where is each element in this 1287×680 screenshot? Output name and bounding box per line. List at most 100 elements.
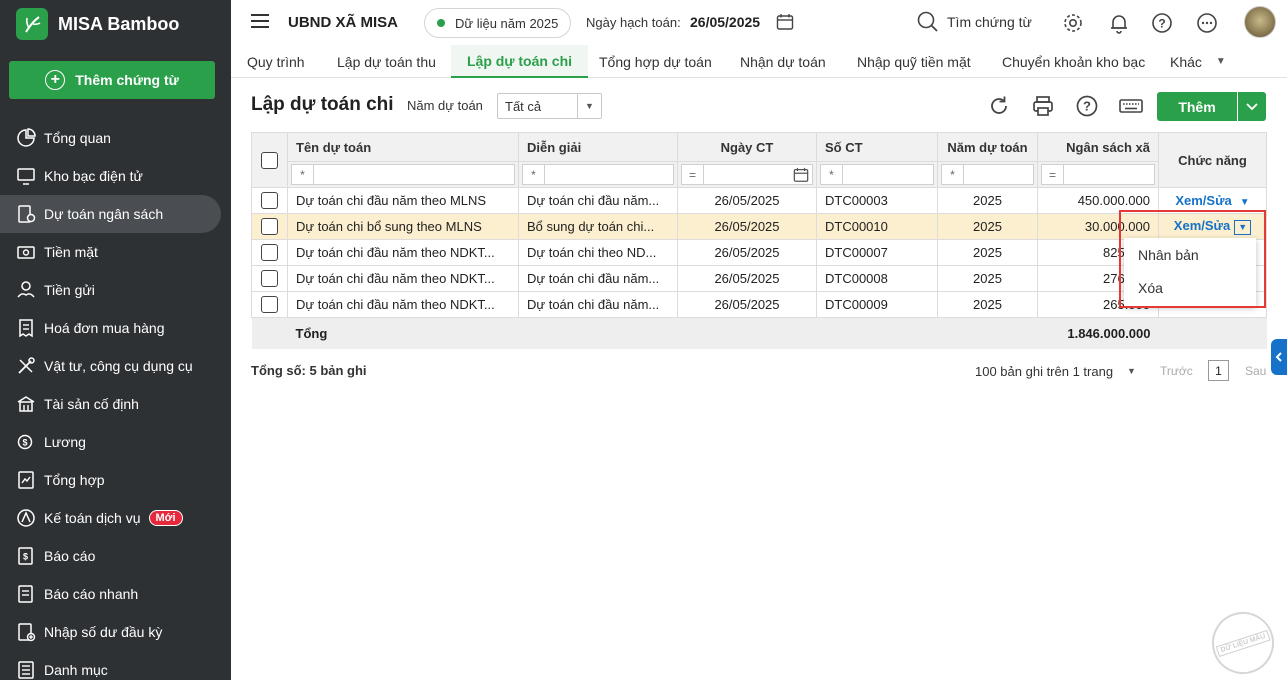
opening-balance-icon [16,622,36,642]
sidebar-item-summary[interactable]: Tổng hợp [0,461,231,499]
filter-name[interactable]: * [291,164,515,185]
row-checkbox[interactable] [261,296,278,314]
menu-toggle-icon[interactable] [251,14,269,30]
row-checkbox[interactable] [261,270,278,288]
cell-voucher-no: DTC00010 [816,213,938,240]
tab-process[interactable]: Quy trình [247,45,305,78]
year-filter-label: Năm dự toán [407,98,483,113]
filter-date[interactable]: = [681,164,813,185]
filter-row: * * = * * = [252,161,1267,188]
page-number[interactable]: 1 [1208,360,1229,381]
sidebar-item-catalog[interactable]: Danh mục [0,651,231,680]
search-voucher[interactable]: Tìm chứng từ [917,11,1032,33]
row-checkbox[interactable] [261,244,278,262]
tab-expense-estimate[interactable]: Lập dự toán chi [451,45,589,78]
add-voucher-button[interactable]: + Thêm chứng từ [9,61,215,99]
sidebar-item-report[interactable]: $ Báo cáo [0,537,231,575]
view-edit-link[interactable]: Xem/Sửa [1175,193,1231,208]
column-header-voucher-no[interactable]: Số CT [816,132,938,162]
module-tabs: Quy trình Lập dự toán thu Lập dự toán ch… [231,45,1287,78]
row-checkbox[interactable] [261,192,278,210]
sidebar-item-asset[interactable]: Tài sản cố định [0,385,231,423]
table-row[interactable]: Dự toán chi đầu năm theo NDKT... Dự toán … [251,291,1267,318]
tab-revenue-estimate[interactable]: Lập dự toán thu [337,45,436,78]
sidebar-item-cash[interactable]: Tiền mặt [0,233,231,271]
next-page-button[interactable]: Sau [1245,364,1266,378]
more-options-icon[interactable] [1196,12,1218,34]
sidebar-item-quick-report[interactable]: Báo cáo nhanh [0,575,231,613]
sidebar-item-tools[interactable]: Vật tư, công cụ dụng cụ [0,347,231,385]
tab-estimate-summary[interactable]: Tổng hợp dự toán [599,45,712,78]
column-header-name[interactable]: Tên dự toán [287,132,519,162]
record-count: Tổng số: 5 bản ghi [251,363,367,378]
add-button[interactable]: Thêm [1157,92,1266,121]
filter-voucher-no[interactable]: * [820,164,934,185]
help-icon[interactable]: ? [1151,12,1173,34]
sidebar-item-label: Hoá đơn mua hàng [44,320,165,336]
sidebar-item-budget[interactable]: Dự toán ngân sách [0,195,221,233]
caret-down-icon[interactable]: ▼ [1127,366,1136,376]
sidebar-item-opening-balance[interactable]: Nhập số dư đầu kỳ [0,613,231,651]
cell-description: Dự toán chi theo ND... [518,239,678,266]
sidebar-item-deposit[interactable]: Tiền gửi [0,271,231,309]
user-avatar[interactable] [1244,6,1276,38]
row-checkbox[interactable] [261,218,278,236]
table-row[interactable]: Dự toán chi đầu năm theo NDKT... Dự toán … [251,239,1267,266]
settings-gear-icon[interactable] [1062,12,1084,34]
page-size-select[interactable]: 100 bản ghi trên 1 trang [975,364,1113,379]
cell-date: 26/05/2025 [677,187,817,214]
row-actions-dropdown-icon[interactable]: ▼ [1240,197,1250,208]
column-header-budget[interactable]: Ngân sách xã [1037,132,1159,162]
column-header-date[interactable]: Ngày CT [677,132,817,162]
dashboard-icon [16,128,36,148]
organization-name[interactable]: UBND XÃ MISA [288,14,398,31]
refresh-icon[interactable] [987,94,1011,118]
sidebar-item-monitor[interactable]: Kho bạc điện tử [0,157,231,195]
keyboard-shortcut-icon[interactable] [1119,94,1143,118]
calendar-icon[interactable] [776,13,794,34]
collapse-panel-handle[interactable] [1271,339,1287,375]
table-row[interactable]: Dự toán chi đầu năm theo MLNS Dự toán chi… [251,187,1267,214]
select-all-checkbox[interactable] [261,151,278,169]
cell-date: 26/05/2025 [677,291,817,318]
filter-description[interactable]: * [522,164,674,185]
app-logo[interactable]: MISA Bamboo [16,8,179,40]
tab-cash-deposit[interactable]: Nhập quỹ tiền mặt [857,45,971,78]
help-icon[interactable]: ? [1075,94,1099,118]
column-header-description[interactable]: Diễn giải [518,132,678,162]
notification-bell-icon[interactable] [1108,12,1130,34]
column-header-year[interactable]: Năm dự toán [937,132,1038,162]
cell-date: 26/05/2025 [677,213,817,240]
tab-receive-estimate[interactable]: Nhận dự toán [740,45,826,78]
filter-budget[interactable]: = [1041,164,1155,185]
calendar-icon[interactable] [793,167,809,183]
data-year-switcher[interactable]: Dữ liệu năm 2025 [424,8,571,38]
cell-name: Dự toán chi đầu năm theo NDKT... [287,239,519,266]
plus-icon: + [45,70,66,90]
sidebar-item-invoice[interactable]: Hoá đơn mua hàng [0,309,231,347]
sidebar-item-dashboard[interactable]: Tổng quan [0,119,231,157]
cell-voucher-no: DTC00007 [816,239,938,266]
prev-page-button[interactable]: Trước [1160,364,1193,378]
sidebar-item-salary[interactable]: $ Lương [0,423,231,461]
sidebar: MISA Bamboo + Thêm chứng từ Tổng quan Kho… [0,0,231,680]
invoice-icon [16,318,36,338]
sidebar-item-label: Nhập số dư đầu kỳ [44,624,163,640]
sidebar-item-label: Tài sản cố định [44,396,139,412]
tab-treasury-transfer[interactable]: Chuyển khoản kho bạc [1002,45,1145,78]
posting-date-value[interactable]: 26/05/2025 [690,14,760,30]
cell-voucher-no: DTC00008 [816,265,938,292]
table-row[interactable]: Dự toán chi đầu năm theo NDKT... Dự toán … [251,265,1267,292]
status-dot-icon [437,19,445,27]
table-row[interactable]: Dự toán chi bổ sung theo MLNS Bổ sung dự … [251,213,1267,240]
tab-more[interactable]: Khác ▼ [1170,45,1226,78]
search-icon [917,11,938,32]
print-icon[interactable] [1031,94,1055,118]
filter-year[interactable]: * [941,164,1034,185]
row-select-cell [251,213,288,240]
sidebar-item-label: Tiền gửi [44,282,95,298]
cell-description: Dự toán chi đầu năm... [518,291,678,318]
sidebar-item-service[interactable]: Kế toán dịch vụ Mới [0,499,231,537]
chevron-down-icon[interactable] [1237,92,1266,121]
year-filter-select[interactable]: Tất cả ▼ [497,93,602,119]
